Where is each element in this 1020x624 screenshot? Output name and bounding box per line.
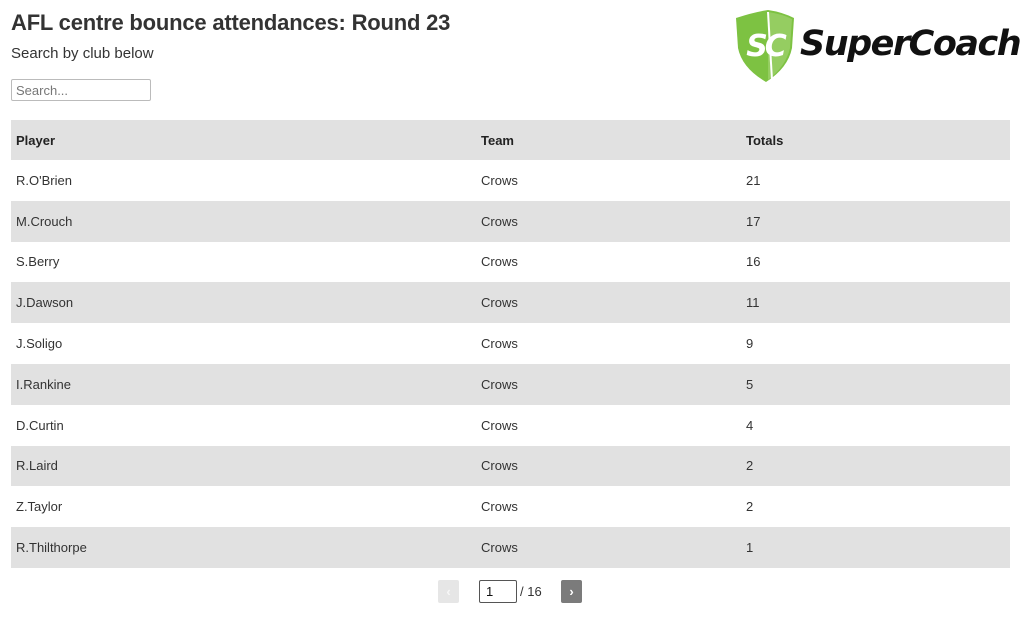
total-cell: 11 — [746, 295, 760, 311]
team-cell: Crows — [481, 540, 518, 556]
table-row: M.Crouch Crows 17 — [11, 200, 1010, 242]
logo-wordmark: SuperCoach — [800, 24, 1020, 64]
table-header-row: Player Team Totals — [11, 120, 1010, 160]
table-row: Z.Taylor Crows 2 — [11, 486, 1010, 528]
player-cell: R.Thilthorpe — [16, 540, 87, 556]
page-total: / 16 — [520, 584, 542, 599]
total-cell: 21 — [746, 172, 761, 188]
team-cell: Crows — [481, 172, 518, 188]
player-cell: Z.Taylor — [16, 499, 63, 515]
team-cell: Crows — [481, 213, 518, 229]
attendance-table: Player Team Totals R.O'Brien Crows 21 M.… — [11, 120, 1010, 568]
team-cell: Crows — [481, 417, 518, 433]
column-header-player[interactable]: Player — [11, 120, 476, 160]
team-cell: Crows — [481, 499, 518, 515]
total-cell: 16 — [746, 254, 761, 270]
table-row: S.Berry Crows 16 — [11, 241, 1010, 283]
total-cell: 17 — [746, 213, 761, 229]
player-cell: J.Soligo — [16, 336, 63, 352]
team-cell: Crows — [481, 458, 518, 474]
next-page-button[interactable]: › — [561, 580, 582, 603]
table-row: J.Dawson Crows 11 — [11, 282, 1010, 324]
badge-text: SC — [746, 29, 787, 64]
player-cell: J.Dawson — [16, 295, 74, 311]
table-row: D.Curtin Crows 4 — [11, 404, 1010, 446]
table-row: J.Soligo Crows 9 — [11, 323, 1010, 364]
player-cell: R.O'Brien — [16, 172, 72, 188]
total-cell: 2 — [746, 458, 754, 474]
table-row: R.Laird Crows 2 — [11, 445, 1010, 487]
player-cell: R.Laird — [16, 458, 58, 474]
table-row: I.Rankine Crows 5 — [11, 363, 1010, 405]
total-cell: 2 — [746, 499, 754, 515]
column-header-totals[interactable]: Totals — [741, 120, 1010, 160]
previous-page-button[interactable]: ‹ — [438, 580, 459, 603]
pagination: ‹ / 16 › — [0, 578, 1020, 604]
player-cell: S.Berry — [16, 254, 60, 270]
supercoach-logo: SC SuperCoach — [732, 10, 1020, 85]
team-cell: Crows — [481, 376, 518, 392]
page-subtitle: Search by club below — [11, 45, 154, 62]
search-input[interactable] — [11, 79, 151, 101]
page-number-input[interactable] — [479, 580, 517, 603]
player-cell: M.Crouch — [16, 213, 73, 229]
table-row: R.O'Brien Crows 21 — [11, 160, 1010, 201]
table-row: R.Thilthorpe Crows 1 — [11, 527, 1010, 568]
shield-badge-icon: SC — [736, 10, 794, 82]
total-cell: 4 — [746, 417, 754, 433]
total-cell: 9 — [746, 336, 754, 352]
player-cell: I.Rankine — [16, 376, 71, 392]
player-cell: D.Curtin — [16, 417, 64, 433]
team-cell: Crows — [481, 254, 518, 270]
page-title: AFL centre bounce attendances: Round 23 — [11, 10, 451, 35]
team-cell: Crows — [481, 336, 518, 352]
total-cell: 5 — [746, 376, 754, 392]
total-cell: 1 — [746, 540, 754, 556]
column-header-team[interactable]: Team — [476, 120, 741, 160]
team-cell: Crows — [481, 295, 518, 311]
